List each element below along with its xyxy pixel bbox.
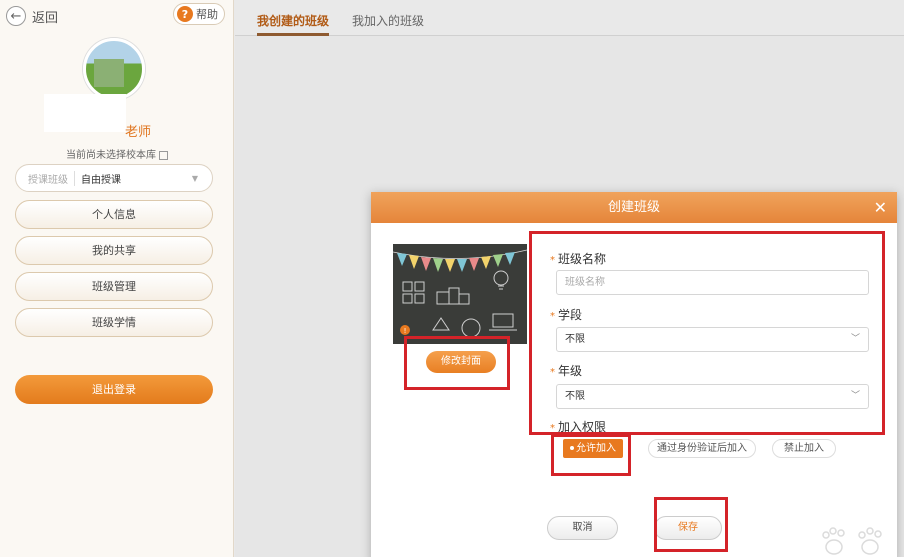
arrow-left-icon: ← [6,6,26,26]
grade-label: * 年级 [550,364,583,378]
grade-select[interactable]: 不限 ﹀ [556,384,869,409]
help-button[interactable]: ? 帮助 [173,3,225,25]
class-cover-image: ! [393,244,527,344]
school-note-text: 当前尚未选择校本库 [66,150,156,161]
chevron-down-icon: ﹀ [850,391,860,401]
stage-label: * 学段 [550,308,583,322]
mode-label: 授课班级 [28,170,75,186]
question-icon: ? [177,6,193,22]
permission-verify[interactable]: 通过身份验证后加入 [648,439,756,458]
dialog-title: 创建班级 [607,200,660,215]
stage-value: 不限 [565,334,585,345]
close-icon[interactable]: ✕ [874,192,887,223]
permission-deny[interactable]: 禁止加入 [772,439,836,458]
class-name-input[interactable] [556,270,869,295]
menu-class-management[interactable]: 班级管理 [15,272,213,301]
avatar[interactable] [83,38,145,100]
permission-label: * 加入权限 [550,420,607,434]
back-label: 返回 [32,10,59,26]
save-button[interactable]: 保存 [654,516,722,540]
dialog-header: 创建班级 ✕ [371,192,897,223]
tab-created-classes[interactable]: 我创建的班级 [257,12,329,29]
permission-allow[interactable]: 允许加入 [563,439,623,458]
grade-value: 不限 [565,391,585,402]
menu-my-shares[interactable]: 我的共享 [15,236,213,265]
class-name-label: * 班级名称 [550,252,607,266]
menu-personal-info[interactable]: 个人信息 [15,200,213,229]
change-cover-button[interactable]: 修改封面 [426,351,496,373]
chalkboard-illustration: ! [393,244,527,344]
sidebar: ← 返回 ? 帮助 老师 当前尚未选择校本库 授课班级 自由授课 ▼ 个人信息 … [0,0,234,557]
chevron-down-icon: ﹀ [850,334,860,344]
tab-joined-classes[interactable]: 我加入的班级 [352,12,424,29]
logout-button[interactable]: 退出登录 [15,375,213,404]
create-class-dialog: 创建班级 ✕ ! 修改封面 * 班级名称 班级名称 * 学段 不限 ﹀ * 年级… [371,192,897,557]
teaching-mode-select[interactable]: 授课班级 自由授课 ▼ [15,164,213,192]
caret-down-icon: ▼ [191,173,198,183]
active-tab-indicator [257,33,329,36]
teacher-name-suffix: 老师 [125,125,152,140]
watermark-paw-icon [822,527,882,555]
menu-class-performance[interactable]: 班级学情 [15,308,213,337]
mode-value: 自由授课 [81,174,121,186]
school-note: 当前尚未选择校本库 [0,146,234,161]
edit-icon[interactable] [159,150,168,160]
stage-select[interactable]: 不限 ﹀ [556,327,869,352]
help-label: 帮助 [196,8,218,21]
back-button[interactable]: ← 返回 [6,6,58,26]
class-tabs: 我创建的班级 我加入的班级 [235,0,904,36]
svg-text:!: ! [404,327,407,335]
name-redaction [44,94,126,132]
selected-dot-icon [570,446,574,450]
cancel-button[interactable]: 取消 [547,516,618,540]
